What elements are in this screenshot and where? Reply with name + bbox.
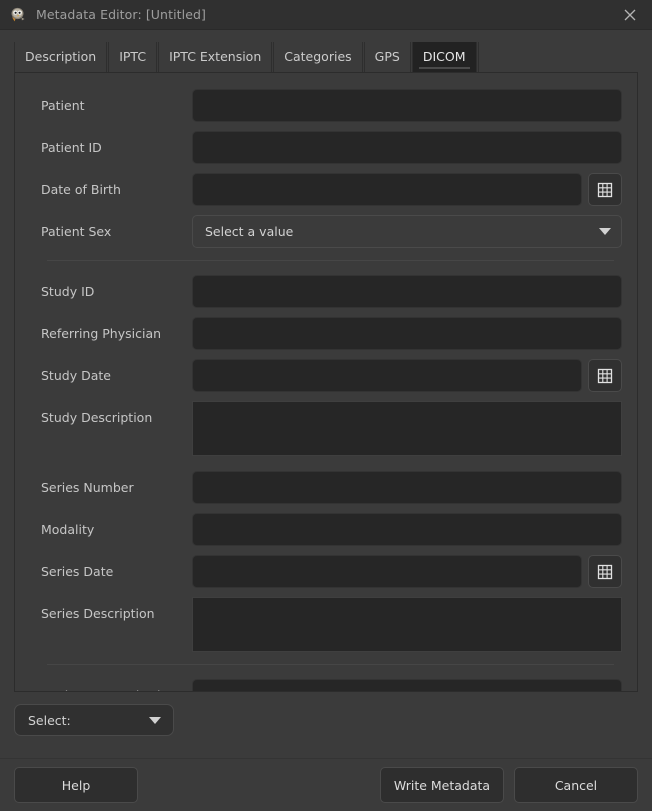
- input-date-of-birth[interactable]: [192, 173, 582, 206]
- chevron-down-icon: [149, 717, 161, 724]
- label-modality: Modality: [27, 513, 192, 537]
- input-patient-id[interactable]: [192, 131, 622, 164]
- input-modality[interactable]: [192, 513, 622, 546]
- tab-iptc-extension[interactable]: IPTC Extension: [158, 42, 272, 72]
- input-series-date[interactable]: [192, 555, 582, 588]
- label-date-of-birth: Date of Birth: [27, 173, 192, 197]
- calendar-icon[interactable]: [588, 555, 622, 588]
- close-icon[interactable]: [608, 0, 652, 30]
- title-bar: Metadata Editor: [Untitled]: [0, 0, 652, 30]
- cancel-button[interactable]: Cancel: [514, 767, 638, 803]
- label-patient-sex: Patient Sex: [27, 215, 192, 239]
- dicom-form-panel: Patient Patient ID Date of Birth Patient…: [14, 73, 638, 692]
- select-patient-sex[interactable]: Select a value: [192, 215, 622, 248]
- input-study-id[interactable]: [192, 275, 622, 308]
- select-preset-dropdown[interactable]: Select:: [14, 704, 174, 736]
- input-referring-physician[interactable]: [192, 317, 622, 350]
- label-series-description: Series Description: [27, 597, 192, 621]
- textarea-series-description[interactable]: [192, 597, 622, 652]
- tab-dicom[interactable]: DICOM: [412, 42, 477, 72]
- field-row-series-number: Series Number: [27, 471, 622, 504]
- tab-bar-filler: [478, 42, 639, 72]
- tab-description[interactable]: Description: [14, 42, 107, 72]
- field-row-study-date: Study Date: [27, 359, 622, 392]
- tab-iptc[interactable]: IPTC: [108, 42, 157, 72]
- field-row-series-date: Series Date: [27, 555, 622, 588]
- label-equipment-institution: Equipment Institution: [27, 679, 192, 692]
- help-button[interactable]: Help: [14, 767, 138, 803]
- section-divider-study: [47, 260, 614, 261]
- label-study-id: Study ID: [27, 275, 192, 299]
- input-series-number[interactable]: [192, 471, 622, 504]
- action-bar: Help Write Metadata Cancel: [0, 758, 652, 811]
- input-study-date[interactable]: [192, 359, 582, 392]
- select-patient-sex-value: Select a value: [205, 224, 293, 239]
- input-equipment-institution[interactable]: [192, 679, 622, 692]
- calendar-icon[interactable]: [588, 173, 622, 206]
- field-row-patient-sex: Patient Sex Select a value: [27, 215, 622, 248]
- calendar-icon[interactable]: [588, 359, 622, 392]
- tab-bar: Description IPTC IPTC Extension Categori…: [14, 42, 638, 73]
- field-row-referring-physician: Referring Physician: [27, 317, 622, 350]
- textarea-study-description[interactable]: [192, 401, 622, 456]
- bottom-bar: Select:: [0, 692, 652, 736]
- chevron-down-icon: [599, 228, 611, 235]
- label-referring-physician: Referring Physician: [27, 317, 192, 341]
- label-study-date: Study Date: [27, 359, 192, 383]
- field-row-patient-id: Patient ID: [27, 131, 622, 164]
- tab-categories[interactable]: Categories: [273, 42, 362, 72]
- field-row-equipment-institution: Equipment Institution: [27, 679, 622, 692]
- label-patient: Patient: [27, 89, 192, 113]
- field-row-study-description: Study Description: [27, 401, 622, 456]
- select-preset-label: Select:: [28, 713, 71, 728]
- label-study-description: Study Description: [27, 401, 192, 425]
- section-divider-equipment: [47, 664, 614, 665]
- field-row-study-id: Study ID: [27, 275, 622, 308]
- field-row-series-description: Series Description: [27, 597, 622, 652]
- field-row-patient: Patient: [27, 89, 622, 122]
- tab-bar-container: Description IPTC IPTC Extension Categori…: [0, 30, 652, 73]
- label-patient-id: Patient ID: [27, 131, 192, 155]
- label-series-number: Series Number: [27, 471, 192, 495]
- input-patient[interactable]: [192, 89, 622, 122]
- field-row-date-of-birth: Date of Birth: [27, 173, 622, 206]
- wilber-icon: [9, 6, 27, 24]
- field-row-modality: Modality: [27, 513, 622, 546]
- window-title: Metadata Editor: [Untitled]: [36, 7, 206, 22]
- label-series-date: Series Date: [27, 555, 192, 579]
- write-metadata-button[interactable]: Write Metadata: [380, 767, 504, 803]
- tab-gps[interactable]: GPS: [364, 42, 411, 72]
